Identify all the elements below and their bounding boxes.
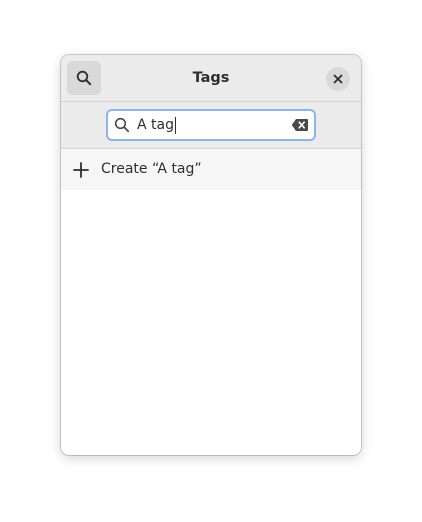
create-tag-label: Create “A tag” [101, 161, 202, 177]
page-title: Tags [192, 70, 230, 86]
close-icon [333, 74, 343, 84]
search-bar: A tag [61, 102, 361, 149]
tags-dialog: Tags A tag Create “A tag” [61, 55, 361, 455]
plus-icon [73, 162, 89, 178]
close-button[interactable] [326, 67, 350, 91]
clear-text-icon[interactable] [291, 118, 309, 132]
search-icon [114, 117, 130, 133]
search-input-value: A tag [137, 117, 174, 133]
header-bar: Tags [61, 55, 361, 102]
text-caret [174, 116, 176, 134]
tag-list: Create “A tag” [61, 149, 361, 455]
search-input[interactable]: A tag [106, 109, 316, 141]
create-tag-row[interactable]: Create “A tag” [61, 149, 361, 190]
search-input-text: A tag [137, 111, 176, 139]
search-icon [76, 70, 92, 86]
search-toggle-button[interactable] [67, 61, 101, 95]
